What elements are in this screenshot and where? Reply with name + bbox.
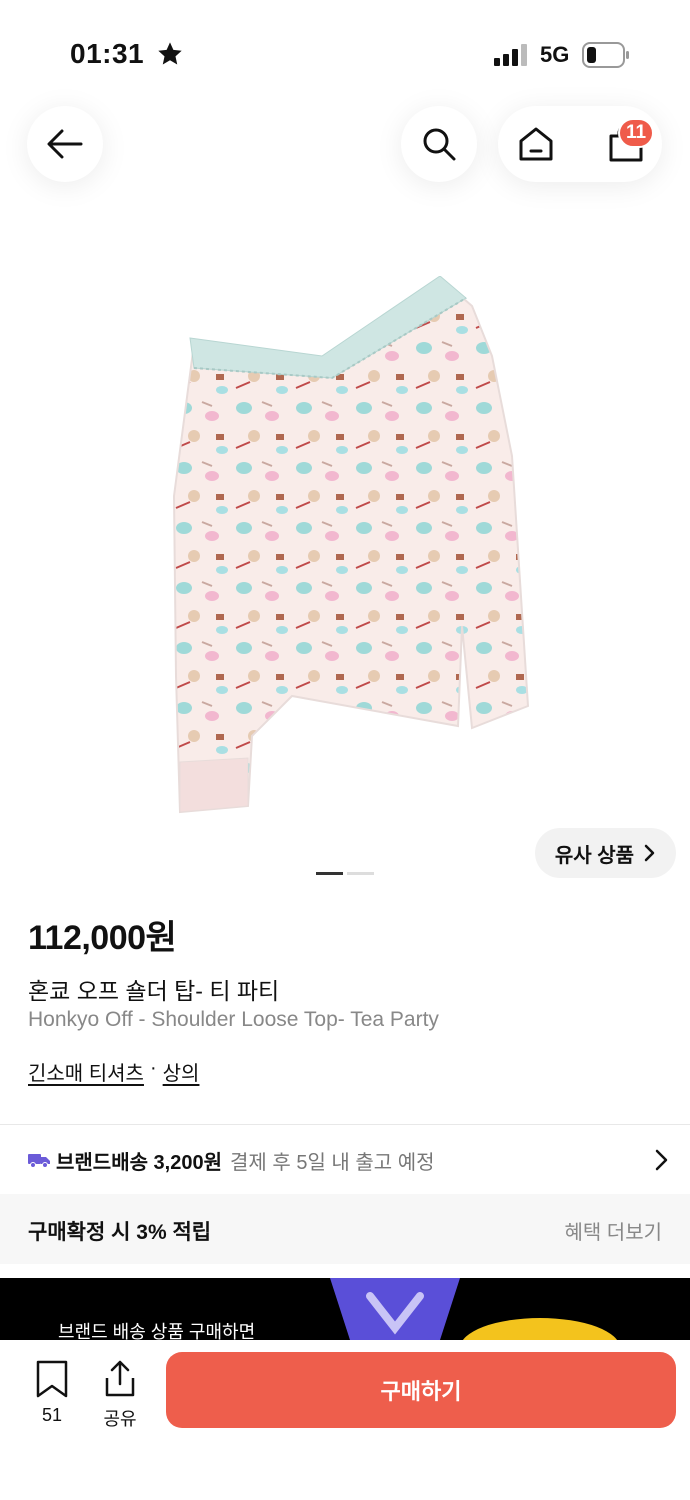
- product-photo[interactable]: [172, 276, 532, 816]
- share-label: 공유: [103, 1409, 137, 1429]
- gallery-dot[interactable]: [347, 872, 374, 875]
- reward-more-link[interactable]: 혜택 더보기: [564, 1216, 662, 1245]
- product-title-korean: 혼쿄 오프 숄더 탑- 티 파티: [28, 978, 280, 1004]
- nav-pill-group: 11: [498, 106, 662, 182]
- chevron-right-icon: [644, 844, 655, 862]
- status-bar: 01:31 5G: [0, 0, 690, 110]
- shipping-fee: 브랜드배송 3,200원: [56, 1151, 223, 1174]
- cart-count-badge: 11: [618, 118, 655, 148]
- status-time: 01:31: [70, 38, 145, 69]
- divider: [0, 1124, 690, 1125]
- share-icon: [105, 1360, 135, 1397]
- network-label: 5G: [540, 42, 570, 67]
- gallery-indicator: [316, 872, 374, 875]
- search-icon: [423, 128, 456, 161]
- category-link-longsleeve[interactable]: 긴소매 티셔츠: [28, 1057, 144, 1086]
- signal-icon: [494, 44, 527, 66]
- truck-icon: [28, 1154, 50, 1168]
- reward-section: 구매확정 시 3% 적립 혜택 더보기: [0, 1194, 690, 1264]
- bookmark-count: 51: [41, 1405, 63, 1425]
- similar-products-button[interactable]: 유사 상품: [535, 828, 676, 878]
- chevron-right-icon: [655, 1149, 668, 1171]
- category-link-tops[interactable]: 상의: [163, 1057, 200, 1086]
- bookmark-icon: [36, 1360, 68, 1398]
- product-price: 112,000원: [28, 919, 177, 957]
- similar-products-label: 유사 상품: [554, 844, 635, 867]
- star-icon: [158, 42, 182, 65]
- back-button[interactable]: [27, 106, 103, 182]
- product-title-english: Honkyo Off - Shoulder Loose Top- Tea Par…: [28, 1008, 439, 1031]
- category-separator: ·: [149, 1057, 157, 1079]
- breadcrumb: 긴소매 티셔츠 · 상의: [28, 1057, 199, 1086]
- shipping-info-row[interactable]: 브랜드배송 3,200원 결제 후 5일 내 출고 예정: [28, 1140, 668, 1180]
- bottom-action-bar: 51 공유 구매하기: [0, 1340, 690, 1500]
- banner-text: 브랜드 배송 상품 구매하면: [58, 1322, 256, 1340]
- home-icon[interactable]: [516, 124, 556, 164]
- battery-icon: [582, 42, 629, 68]
- promo-banner[interactable]: 브랜드 배송 상품 구매하면: [0, 1278, 690, 1340]
- reward-label: 구매확정 시 3% 적립: [28, 1221, 212, 1244]
- buy-button[interactable]: 구매하기: [166, 1352, 676, 1428]
- back-arrow-icon: [47, 129, 83, 159]
- bookmark-button[interactable]: 51: [32, 1360, 72, 1440]
- gallery-dot-active[interactable]: [316, 872, 343, 875]
- search-button[interactable]: [401, 106, 477, 182]
- share-button[interactable]: 공유: [98, 1360, 142, 1440]
- shipping-note: 결제 후 5일 내 출고 예정: [230, 1151, 435, 1174]
